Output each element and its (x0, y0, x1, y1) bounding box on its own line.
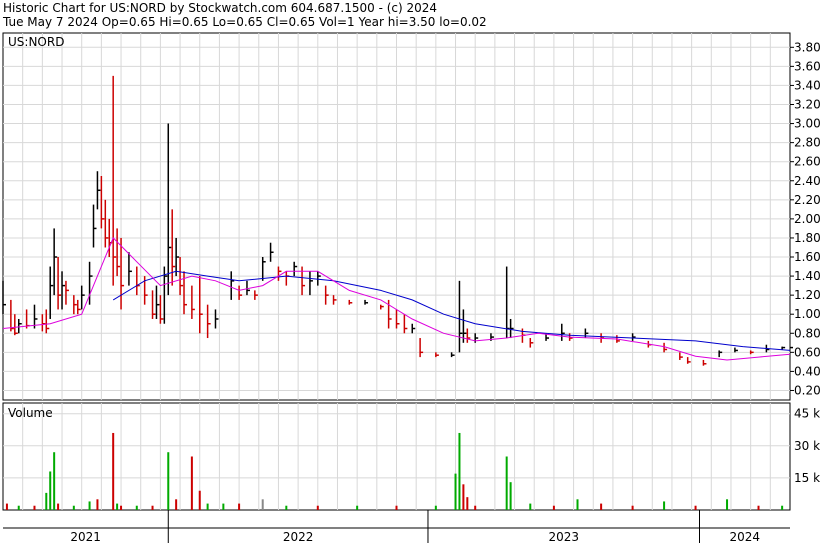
price-panel-title: US:NORD (8, 35, 64, 49)
volume-bar (434, 505, 437, 510)
price-tick-label: 3.40 (794, 78, 821, 92)
volume-bar (96, 499, 99, 510)
volume-bar (53, 452, 56, 510)
price-tick-label: 2.80 (794, 136, 821, 150)
volume-bar (462, 484, 465, 510)
ma-long-line (112, 270, 791, 351)
price-tick-label: 0.20 (794, 383, 821, 397)
volume-bar (175, 499, 178, 510)
volume-bar (135, 505, 138, 510)
volume-bar (116, 503, 119, 510)
price-tick-label: 1.80 (794, 231, 821, 245)
volume-bar (120, 505, 123, 510)
volume-tick-label: 15 k (794, 471, 820, 485)
price-tick-label: 3.00 (794, 117, 821, 131)
volume-bar (49, 471, 52, 510)
volume-tick-label: 30 k (794, 439, 820, 453)
price-tick-label: 3.80 (794, 40, 821, 54)
price-tick-label: 3.20 (794, 97, 821, 111)
volume-bar (552, 505, 555, 510)
volume-bar (631, 505, 634, 510)
volume-bar (167, 452, 170, 510)
price-tick-label: 0.40 (794, 364, 821, 378)
price-tick-label: 1.20 (794, 288, 821, 302)
volume-bar (781, 505, 784, 510)
volume-bar (206, 503, 209, 510)
volume-bar (458, 432, 461, 510)
volume-bar (222, 503, 225, 510)
price-tick-label: 2.20 (794, 193, 821, 207)
chart-svg: 0.20 0.40 0.60 0.80 1.00 1.20 1.40 1.60 1.80 2.00… (2, 32, 821, 544)
volume-bar (600, 503, 603, 510)
volume-bar (88, 501, 91, 510)
year-label: 2022 (283, 530, 314, 543)
volume-bar (395, 505, 398, 510)
price-tick-label: 2.60 (794, 155, 821, 169)
chart-header-line-1: Historic Chart for US:NORD by Stockwatch… (3, 1, 438, 15)
volume-panel-title: Volume (8, 406, 53, 420)
volume-bar (757, 505, 760, 510)
volume-tick-label: 45 k (794, 407, 820, 421)
price-tick-label: 0.60 (794, 345, 821, 359)
volume-bar (198, 490, 201, 510)
volume-bar (663, 501, 666, 510)
volume-bar (505, 456, 508, 510)
volume-bar (694, 505, 697, 510)
price-tick-label: 2.00 (794, 212, 821, 226)
volume-bar (285, 505, 288, 510)
volume-bar (316, 505, 319, 510)
volume-bar (261, 499, 264, 510)
volume-bar (726, 499, 729, 510)
volume-bar (151, 505, 154, 510)
price-tick-label: 2.40 (794, 174, 821, 188)
volume-bar (509, 482, 512, 510)
volume-bar (474, 505, 477, 510)
volume-bar (57, 503, 60, 510)
volume-bar (466, 497, 469, 510)
price-tick-label: 1.00 (794, 307, 821, 321)
volume-bar (72, 505, 75, 510)
volume-bar (33, 505, 36, 510)
price-tick-label: 0.80 (794, 326, 821, 340)
price-tick-label: 1.60 (794, 250, 821, 264)
year-label: 2021 (70, 530, 101, 543)
price-tick-label: 3.60 (794, 59, 821, 73)
volume-bar (45, 492, 48, 510)
volume-bar (5, 503, 8, 510)
volume-bar (190, 456, 193, 510)
price-tick-label: 1.40 (794, 269, 821, 283)
volume-bar (454, 473, 457, 510)
volume-bar (576, 499, 579, 510)
volume-bar (112, 432, 115, 510)
volume-bar (238, 503, 241, 510)
stock-chart: Historic Chart for US:NORD by Stockwatch… (0, 0, 830, 544)
volume-bar (17, 505, 20, 510)
chart-header-line-2: Tue May 7 2024 Op=0.65 Hi=0.65 Lo=0.65 C… (3, 15, 487, 29)
year-label: 2023 (548, 530, 579, 543)
volume-bar (529, 503, 532, 510)
year-label: 2024 (729, 530, 760, 543)
volume-bar (356, 505, 359, 510)
